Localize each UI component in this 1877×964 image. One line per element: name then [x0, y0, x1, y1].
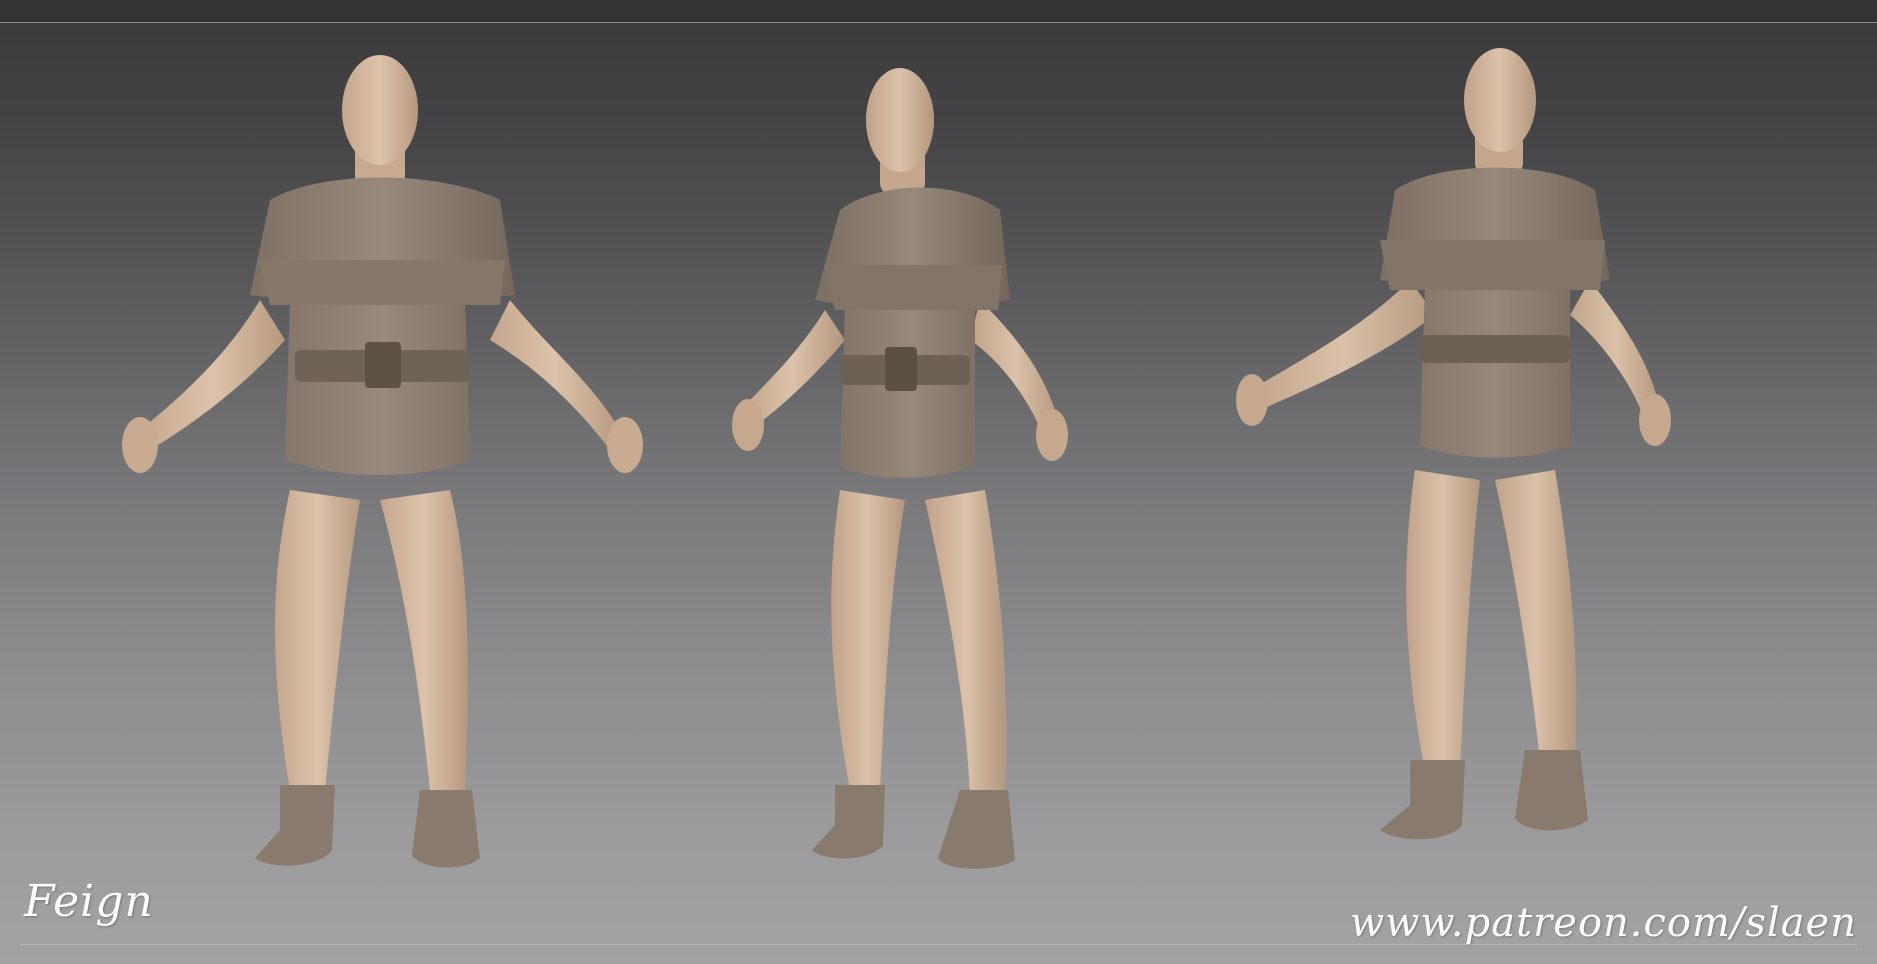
character-three-quarter-view [732, 50, 1090, 920]
top-band [0, 0, 1877, 22]
artist-signature: Feign [24, 876, 154, 927]
character-back-view [1230, 48, 1690, 910]
patreon-watermark: www.patreon.com/slaen [1349, 900, 1857, 946]
top-divider [0, 22, 1877, 23]
character-front-view [120, 50, 650, 920]
